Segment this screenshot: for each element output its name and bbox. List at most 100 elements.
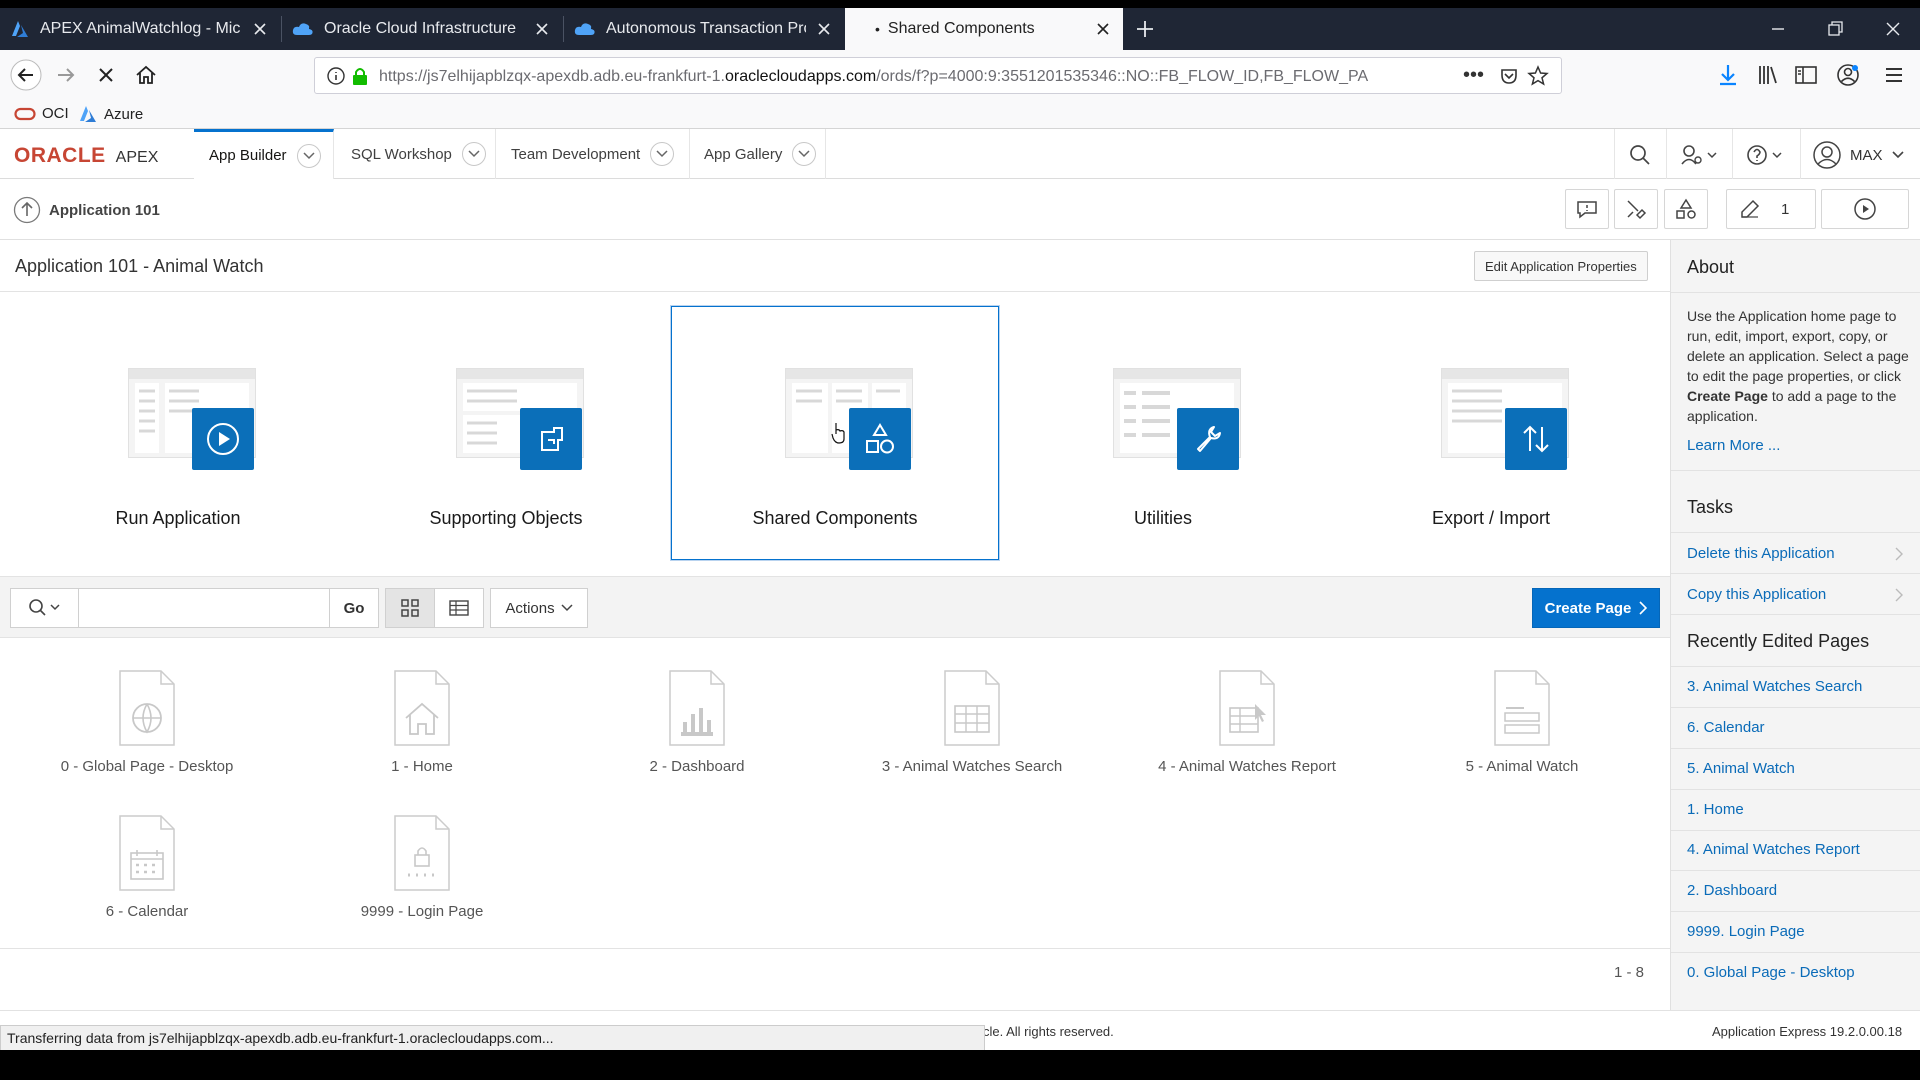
admin-user-icon[interactable] (1680, 143, 1720, 167)
grid-page-icon (944, 670, 1000, 746)
page-tile-2[interactable]: 2 - Dashboard (572, 670, 822, 775)
azure-icon (80, 106, 96, 122)
shapes-icon (1676, 198, 1696, 219)
download-icon[interactable] (1714, 61, 1742, 89)
sidebar-toggle-icon[interactable] (1792, 61, 1820, 89)
home-icon[interactable] (132, 61, 160, 89)
recent-page-link[interactable]: 0. Global Page - Desktop (1687, 964, 1855, 981)
recent-page-link[interactable]: 9999. Login Page (1687, 923, 1805, 940)
recent-page-link[interactable]: 5. Animal Watch (1687, 760, 1795, 777)
run-page-button[interactable] (1821, 189, 1909, 229)
recent-page-link[interactable]: 1. Home (1687, 801, 1744, 818)
chart-page-icon (669, 670, 725, 746)
minimize-icon[interactable] (1767, 18, 1789, 40)
stop-loading-icon[interactable] (92, 61, 120, 89)
bookmark-oci[interactable]: OCI (14, 105, 69, 122)
page-tile-5[interactable]: 5 - Animal Watch (1397, 670, 1647, 775)
help-icon[interactable] (1746, 143, 1786, 167)
export-import-card[interactable]: Export / Import (1327, 306, 1655, 560)
report-view-button[interactable] (434, 588, 484, 628)
team-dev-button[interactable] (1614, 189, 1658, 229)
menu-icon[interactable] (1880, 61, 1908, 89)
recent-page-link[interactable]: 2. Dashboard (1687, 882, 1777, 899)
feedback-button[interactable] (1565, 189, 1609, 229)
edit-icon (1741, 199, 1760, 218)
chevron-down-icon[interactable] (296, 143, 321, 168)
edit-page-button[interactable]: 1 (1726, 189, 1816, 229)
restore-icon[interactable] (1824, 18, 1846, 40)
apex-logo[interactable]: ORACLE APEX (14, 144, 158, 168)
nav-app-gallery[interactable]: App Gallery (690, 129, 826, 179)
page-tile-9999[interactable]: 9999 - Login Page (297, 815, 547, 920)
copyright-text: cle. All rights reserved. (983, 1024, 1114, 1039)
browser-tab-apex-animalwatchlog[interactable]: APEX AnimalWatchlog - Micro (0, 8, 280, 50)
tab-title: Oracle Cloud Infrastructure (324, 20, 517, 37)
comment-icon (1577, 201, 1597, 219)
wrench-icon (1177, 408, 1239, 470)
page-tile-3[interactable]: 3 - Animal Watches Search (847, 670, 1097, 775)
recent-page-link[interactable]: 3. Animal Watches Search (1687, 678, 1862, 695)
recent-page-link[interactable]: 6. Calendar (1687, 719, 1765, 736)
cloud-tab-icon (574, 23, 595, 35)
browser-tab-shared-components[interactable]: • Shared Components (845, 8, 1123, 50)
utilities-card[interactable]: Utilities (999, 306, 1327, 560)
bookmark-azure[interactable]: Azure (78, 105, 143, 123)
supporting-objects-card[interactable]: Supporting Objects (342, 306, 670, 560)
shared-components-button[interactable] (1664, 189, 1708, 229)
create-page-button[interactable]: Create Page (1532, 588, 1660, 628)
nav-sql-workshop[interactable]: SQL Workshop (334, 129, 496, 179)
tab-title: APEX AnimalWatchlog - Micro (40, 20, 240, 37)
window-close-icon[interactable] (1882, 18, 1904, 40)
url-bar[interactable]: https://js7elhijapblzqx-apexdb.adb.eu-fr… (314, 57, 1562, 94)
learn-more-link[interactable]: Learn More ... (1687, 437, 1780, 454)
info-icon[interactable] (327, 67, 345, 85)
close-icon[interactable] (1093, 19, 1113, 39)
page-tile-4[interactable]: 4 - Animal Watches Report (1122, 670, 1372, 775)
actions-menu-button[interactable]: Actions (490, 588, 588, 628)
icon-view-button[interactable] (385, 588, 435, 628)
forward-icon[interactable] (52, 61, 80, 89)
back-icon[interactable] (10, 59, 42, 91)
shared-components-card[interactable]: Shared Components (671, 306, 999, 560)
close-icon[interactable] (814, 19, 834, 39)
nav-app-builder[interactable]: App Builder (194, 129, 334, 179)
breadcrumb[interactable]: Application 101 (13, 196, 160, 224)
user-menu[interactable]: MAX (1812, 140, 1905, 170)
browser-tab-oci[interactable]: Oracle Cloud Infrastructure (282, 8, 562, 50)
library-icon[interactable] (1754, 61, 1782, 89)
page-search-input[interactable] (78, 588, 330, 628)
chevron-down-icon[interactable] (461, 142, 486, 166)
hand-cursor-icon (831, 423, 845, 444)
chevron-down-icon[interactable] (650, 142, 675, 166)
search-options-button[interactable] (10, 588, 78, 628)
recent-page-link[interactable]: 4. Animal Watches Report (1687, 841, 1860, 858)
browser-tab-autonomous[interactable]: Autonomous Transaction Proce (564, 8, 844, 50)
go-button[interactable]: Go (329, 588, 379, 628)
chevron-right-icon (1639, 601, 1648, 615)
copy-application-link[interactable]: Copy this Application (1687, 586, 1826, 603)
avatar-icon (1813, 141, 1841, 169)
bookmark-star-icon[interactable] (1527, 65, 1549, 87)
chevron-down-icon (561, 604, 573, 612)
search-icon[interactable] (1628, 143, 1652, 167)
delete-application-link[interactable]: Delete this Application (1687, 545, 1835, 562)
bookmarks-bar: OCI Azure (0, 101, 1920, 129)
chevron-down-icon[interactable] (792, 142, 817, 166)
close-icon[interactable] (250, 19, 270, 39)
tab-title: Autonomous Transaction Proce (606, 20, 806, 37)
region-header: Application 101 - Animal Watch Edit Appl… (0, 240, 1670, 292)
page-title: Application 101 - Animal Watch (15, 256, 264, 276)
nav-team-development[interactable]: Team Development (496, 129, 690, 179)
page-tile-1[interactable]: 1 - Home (297, 670, 547, 775)
page-tile-6[interactable]: 6 - Calendar (22, 815, 272, 920)
run-application-card[interactable]: Run Application (14, 306, 342, 560)
edit-application-properties-button[interactable]: Edit Application Properties (1474, 251, 1648, 281)
up-arrow-icon (13, 196, 41, 224)
account-icon[interactable] (1834, 61, 1862, 89)
new-tab-icon[interactable] (1134, 18, 1156, 40)
screen-bottom (0, 1050, 1920, 1080)
page-tile-0[interactable]: 0 - Global Page - Desktop (22, 670, 272, 775)
close-icon[interactable] (532, 19, 552, 39)
page-actions-icon[interactable]: ••• (1463, 64, 1484, 87)
pocket-icon[interactable] (1499, 66, 1519, 86)
